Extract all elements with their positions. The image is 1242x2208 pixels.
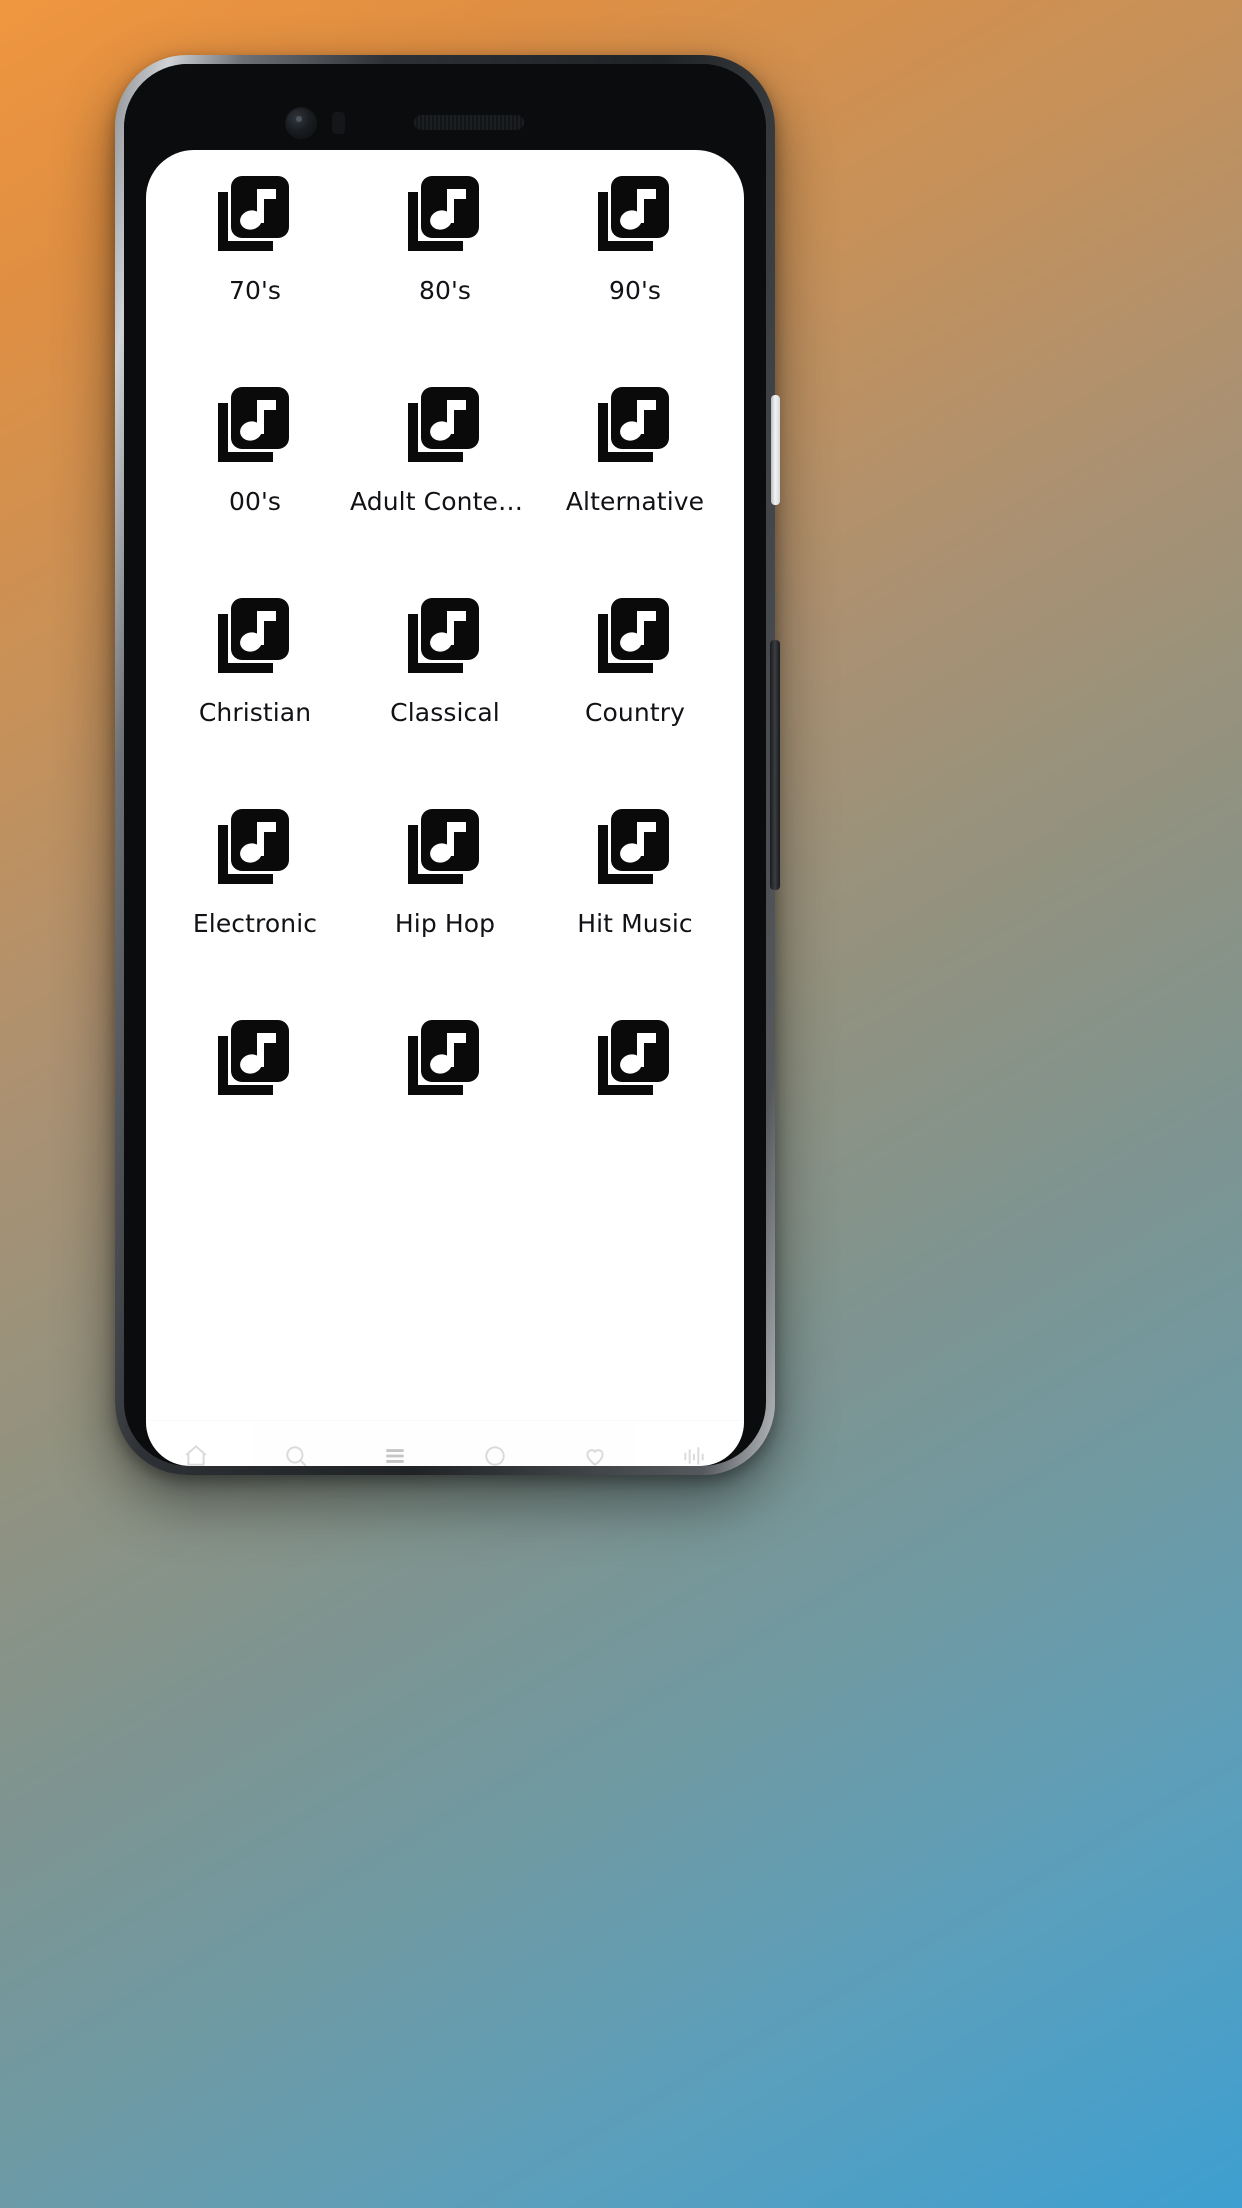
genre-tile[interactable]: 00's <box>160 379 350 590</box>
nav-item-home[interactable] <box>146 1443 246 1466</box>
phone-bezel-inner: 70's 80's 90's 00's Adult Contemp Altern… <box>124 64 766 1466</box>
genre-tile[interactable]: Hit Music <box>540 801 730 1012</box>
genre-tile-label: Electronic <box>192 909 318 938</box>
genre-tile[interactable]: Alternative <box>540 379 730 590</box>
genre-tile-label: Alternative <box>565 487 705 516</box>
power-button[interactable] <box>770 640 780 890</box>
app-content: 70's 80's 90's 00's Adult Contemp Altern… <box>146 150 744 1466</box>
front-camera-icon <box>286 108 316 138</box>
music-album-stack-icon <box>218 1020 289 1095</box>
genre-tile[interactable] <box>160 1012 350 1223</box>
heart-icon <box>585 1449 604 1466</box>
genre-tile-label: Adult Contemp... <box>350 487 540 516</box>
music-album-stack-icon <box>215 1018 295 1098</box>
earpiece-speaker-icon <box>414 115 524 130</box>
music-album-stack-icon <box>405 596 485 676</box>
music-album-stack-icon <box>595 174 675 254</box>
music-album-stack-icon <box>218 176 289 251</box>
nav-item-search[interactable] <box>246 1443 346 1466</box>
genre-tile[interactable]: Classical <box>350 590 540 801</box>
nav-item-list[interactable] <box>345 1443 445 1466</box>
genre-tile[interactable]: Country <box>540 590 730 801</box>
equalizer-icon <box>684 1447 704 1465</box>
phone-screen: 70's 80's 90's 00's Adult Contemp Altern… <box>146 150 744 1466</box>
genre-tile-label: 70's <box>228 276 282 305</box>
music-album-stack-icon <box>218 387 289 462</box>
volume-button[interactable] <box>771 395 780 505</box>
music-album-stack-icon <box>215 385 295 465</box>
genre-tile-label: 90's <box>608 276 662 305</box>
music-album-stack-icon <box>598 598 669 673</box>
bottom-navigation-bar[interactable] <box>146 1420 744 1466</box>
genre-tile[interactable]: Adult Contemp... <box>350 379 540 590</box>
genre-tile[interactable] <box>350 1012 540 1223</box>
genre-tile-label: Hip Hop <box>394 909 496 938</box>
music-album-stack-icon <box>218 809 289 884</box>
music-album-stack-icon <box>215 174 295 254</box>
genre-tile[interactable]: 70's <box>160 168 350 379</box>
music-album-stack-icon <box>598 809 669 884</box>
music-album-stack-icon <box>405 385 485 465</box>
proximity-sensor-icon <box>332 112 345 134</box>
genre-tile-label: Classical <box>390 698 500 727</box>
music-album-stack-icon <box>408 809 479 884</box>
music-album-stack-icon <box>215 807 295 887</box>
phone-device: 70's 80's 90's 00's Adult Contemp Altern… <box>115 55 780 1475</box>
nav-item-circle[interactable] <box>445 1443 545 1466</box>
music-album-stack-icon <box>405 807 485 887</box>
music-album-stack-icon <box>218 598 289 673</box>
music-album-stack-icon <box>598 387 669 462</box>
nav-item-equalizer[interactable] <box>644 1443 744 1466</box>
genre-tile[interactable]: 90's <box>540 168 730 379</box>
music-album-stack-icon <box>405 174 485 254</box>
list-icon <box>386 1449 404 1463</box>
genre-tile-label: Country <box>584 698 686 727</box>
music-album-stack-icon <box>598 176 669 251</box>
genre-tile-label: Hit Music <box>577 909 693 938</box>
genre-tile[interactable]: 80's <box>350 168 540 379</box>
genre-grid: 70's 80's 90's 00's Adult Contemp Altern… <box>160 168 730 1223</box>
music-album-stack-icon <box>595 807 675 887</box>
genre-tile[interactable] <box>540 1012 730 1223</box>
genre-tile-label: 80's <box>418 276 472 305</box>
music-album-stack-icon <box>595 1018 675 1098</box>
music-album-stack-icon <box>215 596 295 676</box>
nav-item-heart[interactable] <box>545 1443 645 1466</box>
genre-tile[interactable]: Hip Hop <box>350 801 540 1012</box>
device-top-bezel <box>124 64 766 154</box>
circle-icon <box>485 1446 505 1466</box>
music-album-stack-icon <box>595 596 675 676</box>
music-album-stack-icon <box>408 176 479 251</box>
music-album-stack-icon <box>405 1018 485 1098</box>
genre-tile[interactable]: Christian <box>160 590 350 801</box>
music-album-stack-icon <box>408 387 479 462</box>
genre-tile-label: 00's <box>228 487 282 516</box>
genre-tile-label: Christian <box>198 698 312 727</box>
home-icon <box>185 1444 207 1466</box>
music-album-stack-icon <box>408 1020 479 1095</box>
genre-tile[interactable]: Electronic <box>160 801 350 1012</box>
search-icon <box>285 1446 306 1466</box>
music-album-stack-icon <box>598 1020 669 1095</box>
music-album-stack-icon <box>595 385 675 465</box>
music-album-stack-icon <box>408 598 479 673</box>
